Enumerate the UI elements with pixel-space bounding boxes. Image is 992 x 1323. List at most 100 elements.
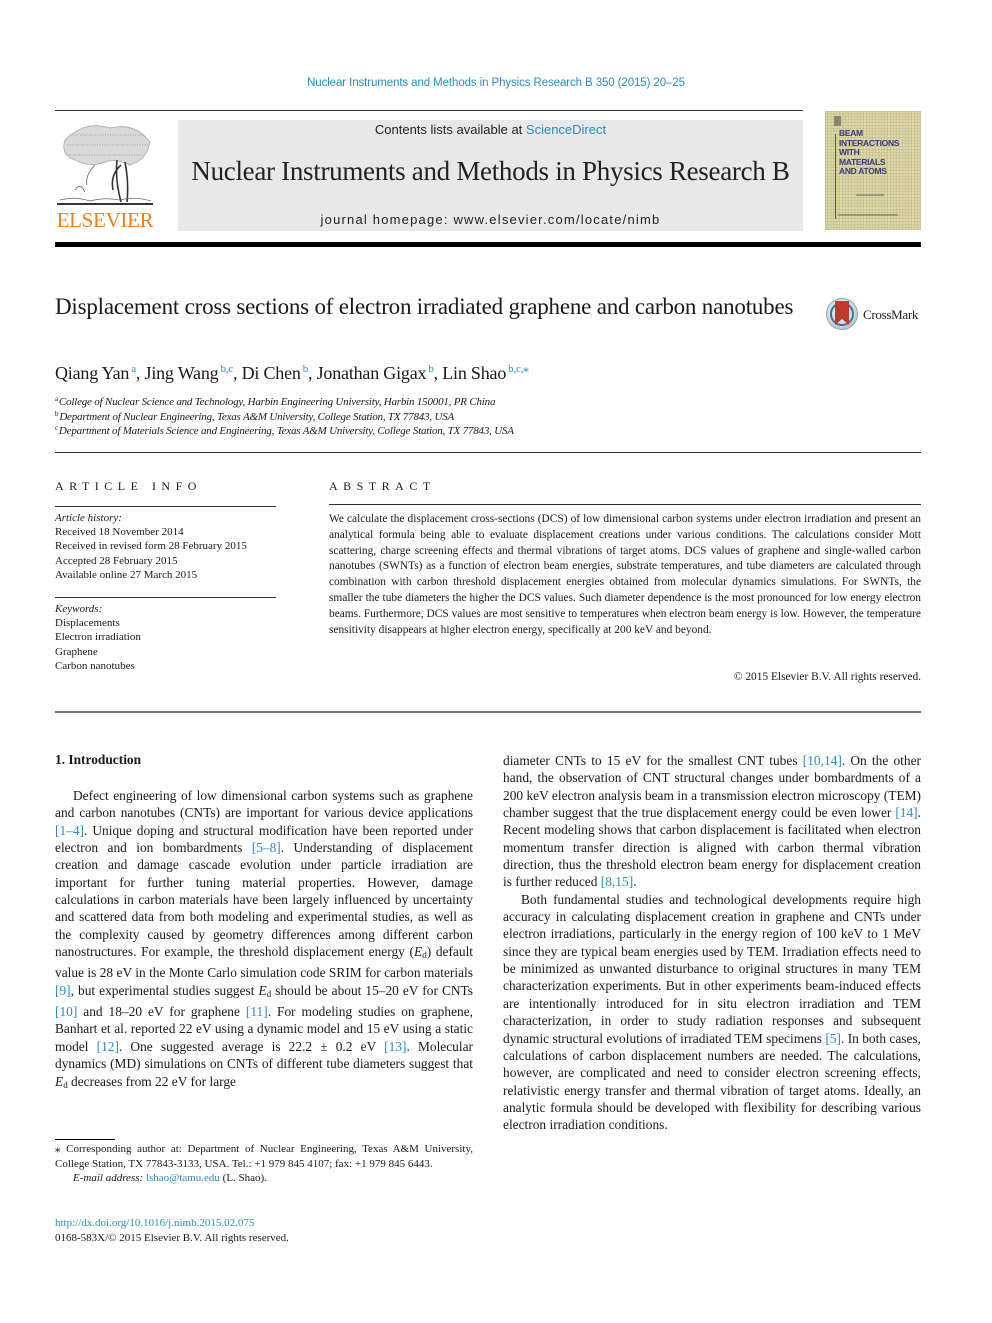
author-affiliation-ref[interactable]: b,c [220,363,233,375]
corresponding-author-note: ⁎ Corresponding author at: Department of… [55,1143,473,1170]
email-link[interactable]: lshao@tamu.edu [146,1172,220,1184]
text-run: Both fundamental studies and technologic… [503,891,921,1046]
contents-availability: Contents lists available at ScienceDirec… [178,122,803,137]
affiliation-key: c [55,424,58,432]
author-affiliation-ref[interactable]: b [428,363,434,375]
affiliation: bDepartment of Nuclear Engineering, Texa… [55,410,454,423]
citation-link[interactable]: [5–8] [252,840,281,855]
citation-link[interactable]: [10] [55,1004,77,1019]
author-affiliation-ref[interactable]: a [131,363,136,375]
doi-block: http://dx.doi.org/10.1016/j.nimb.2015.02… [55,1216,289,1245]
text-run: . [633,874,637,890]
affiliation: aCollege of Nuclear Science and Technolo… [55,395,495,408]
issn-copyright: 0168-583X/© 2015 Elsevier B.V. All right… [55,1231,289,1244]
elsevier-logo[interactable]: ELSEVIER [53,118,157,233]
email-line: E-mail address: lshao@tamu.edu (L. Shao)… [55,1171,473,1186]
citation-link[interactable]: [8,15] [601,874,633,889]
citation-link[interactable]: [12] [97,1039,119,1054]
history-item: Received in revised form 28 February 201… [55,540,247,553]
article-info-rule [55,506,276,507]
cover-title: BEAM INTERACTIONS WITH MATERIALS AND ATO… [839,128,899,177]
text-run: Defect engineering of low dimensional ca… [55,788,473,821]
keyword-item: Graphene [55,645,98,658]
keyword-item: Carbon nanotubes [55,659,135,672]
author-name[interactable]: Jing Wang [145,363,219,383]
article-history-label: Article history: [55,512,122,524]
article-history: Article history: Received 18 November 20… [55,511,285,582]
citation-link[interactable]: [14] [895,805,917,820]
homepage-url-link[interactable]: www.elsevier.com/locate/nimb [453,212,660,227]
keywords-rule [55,597,276,598]
journal-cover-thumbnail[interactable]: BEAM INTERACTIONS WITH MATERIALS AND ATO… [825,111,921,230]
text-run: , but experimental studies suggest [70,982,259,998]
history-item: Received 18 November 2014 [55,526,184,539]
header-rule [55,110,803,111]
keyword-item: Electron irradiation [55,631,141,644]
citation-link[interactable]: [11] [246,1004,268,1019]
article-info-heading: ARTICLE INFO [55,479,202,493]
article-title: Displacement cross sections of electron … [55,294,794,319]
math-symbol: E [258,982,267,998]
text-run: diameter CNTs to 15 eV for the smallest … [503,753,803,768]
keyword-item: Displacements [55,617,120,630]
contents-prefix: Contents lists available at [374,122,526,137]
citation-link[interactable]: [5] [825,1031,841,1046]
author-name[interactable]: Lin Shao [442,363,506,383]
section-heading: 1. Introduction [55,752,142,767]
author-name[interactable]: Jonathan Gigax [317,363,427,383]
cover-publisher-logo-icon [834,116,841,126]
email-suffix: (L. Shao). [219,1172,267,1185]
citation-link[interactable]: [13] [384,1039,406,1054]
affiliation-key: a [55,395,58,403]
elsevier-tree-icon [57,125,153,205]
cover-footer-bar [838,214,898,216]
sciencedirect-link[interactable]: ScienceDirect [526,122,606,137]
text-run: should be about 15–20 eV for CNTs [271,982,473,998]
text-run: and 18–20 eV for graphene [77,1004,246,1020]
text-run: . Understanding of displacement creation… [55,840,473,960]
author-name[interactable]: Di Chen [242,363,301,383]
journal-masthead: Contents lists available at ScienceDirec… [178,120,803,231]
history-item: Available online 27 March 2015 [55,568,198,581]
citation-link[interactable]: [10,14] [803,753,842,768]
footnote-rule [55,1139,115,1140]
body-column-right: diameter CNTs to 15 eV for the smallest … [503,752,921,1134]
elsevier-wordmark: ELSEVIER [56,208,154,232]
author-affiliation-ref[interactable]: b [303,363,309,375]
math-symbol: E [414,944,423,960]
masthead-thick-rule [55,242,921,247]
cover-editor-bar [856,194,884,196]
journal-title: Nuclear Instruments and Methods in Physi… [191,156,790,186]
affiliation-text: Department of Materials Science and Engi… [58,425,514,437]
author-affiliation-ref[interactable]: b,c,⁎ [508,363,529,375]
crossmark-button[interactable]: CrossMark [826,298,926,332]
author-list: Qiang Yan a, Jing Wang b,c, Di Chen b, Jona… [55,363,529,383]
history-item: Accepted 28 February 2015 [55,554,178,567]
text-run: decreases from 22 eV for large [67,1073,236,1089]
affiliation-text: Department of Nuclear Engineering, Texas… [59,411,455,423]
author-name[interactable]: Qiang Yan [55,363,129,383]
text-run: . One suggested average is 22.2 ± 0.2 eV [118,1038,385,1054]
keywords-block: Keywords: Displacements Electron irradia… [55,602,285,673]
cover-title-line: AND ATOMS [839,166,887,176]
abstract-heading: ABSTRACT [329,479,436,493]
citation-link[interactable]: [1–4] [55,823,84,838]
keywords-label: Keywords: [55,603,103,615]
journal-homepage: journal homepage: www.elsevier.com/locat… [178,212,803,227]
doi-link[interactable]: http://dx.doi.org/10.1016/j.nimb.2015.02… [55,1217,254,1229]
paragraph: Both fundamental studies and technologic… [503,891,921,1134]
math-symbol: E [55,1073,64,1089]
abstract-text: We calculate the displacement cross-sect… [329,513,921,636]
citation-link[interactable]: [9] [55,983,71,998]
crossmark-label: CrossMark [863,307,919,322]
front-matter-rule [55,452,921,453]
abstract-copyright: © 2015 Elsevier B.V. All rights reserved… [733,671,921,683]
abstract-rule [329,504,921,505]
journal-citation-link[interactable]: Nuclear Instruments and Methods in Physi… [0,77,992,89]
paragraph: Defect engineering of low dimensional ca… [55,787,473,1094]
abstract-bottom-rule [55,711,921,713]
affiliation-text: College of Nuclear Science and Technolog… [58,396,496,408]
body-column-left: Defect engineering of low dimensional ca… [55,787,473,1094]
homepage-prefix: journal homepage: [320,212,454,227]
paragraph: diameter CNTs to 15 eV for the smallest … [503,752,921,891]
